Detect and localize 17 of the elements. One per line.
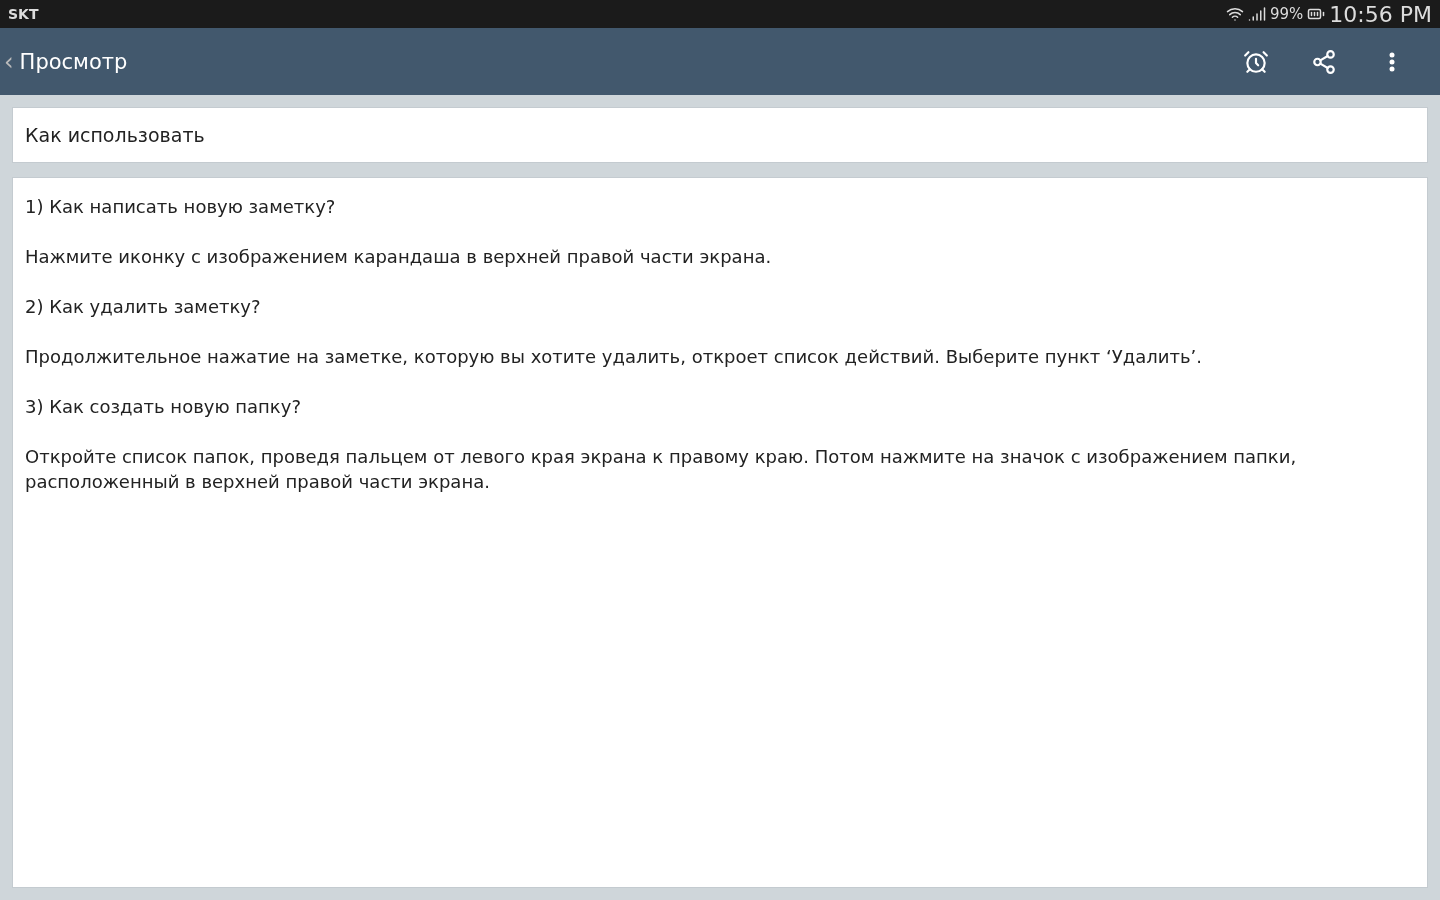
alarm-clock-icon <box>1243 48 1269 75</box>
note-paragraph: Откройте список папок, проведя пальцем от левого края экрана к правому краю. Потом нажмите на значок с изображением папки, расположенный в верхней правой части экрана. <box>25 445 1298 494</box>
back-chevron[interactable]: ‹ <box>4 47 14 76</box>
clock-time: 10:56 PM <box>1329 1 1432 27</box>
carrier-name: SKT <box>8 6 40 22</box>
note-paragraph: 2) Как удалить заметку? <box>25 295 262 319</box>
wifi-icon <box>1226 5 1244 23</box>
battery-percent: 99% <box>1270 5 1304 23</box>
screen-title: Просмотр <box>19 49 129 74</box>
signal-icon <box>1248 5 1266 23</box>
share-icon <box>1311 48 1337 75</box>
more-menu-icon <box>1389 51 1395 72</box>
note-title: Как использовать <box>12 107 1428 163</box>
note-paragraph: Нажмите иконку с изображением карандаша в верхней правой части экрана. <box>25 245 773 269</box>
note-paragraph: 3) Как создать новую папку? <box>25 395 302 419</box>
note-paragraph: 1) Как написать новую заметку? <box>25 195 337 219</box>
note-paragraph: Продолжительное нажатие на заметке, которую вы хотите удалить, откроет список действий. Выберите пункт ‘Удалить’. <box>25 345 1203 369</box>
